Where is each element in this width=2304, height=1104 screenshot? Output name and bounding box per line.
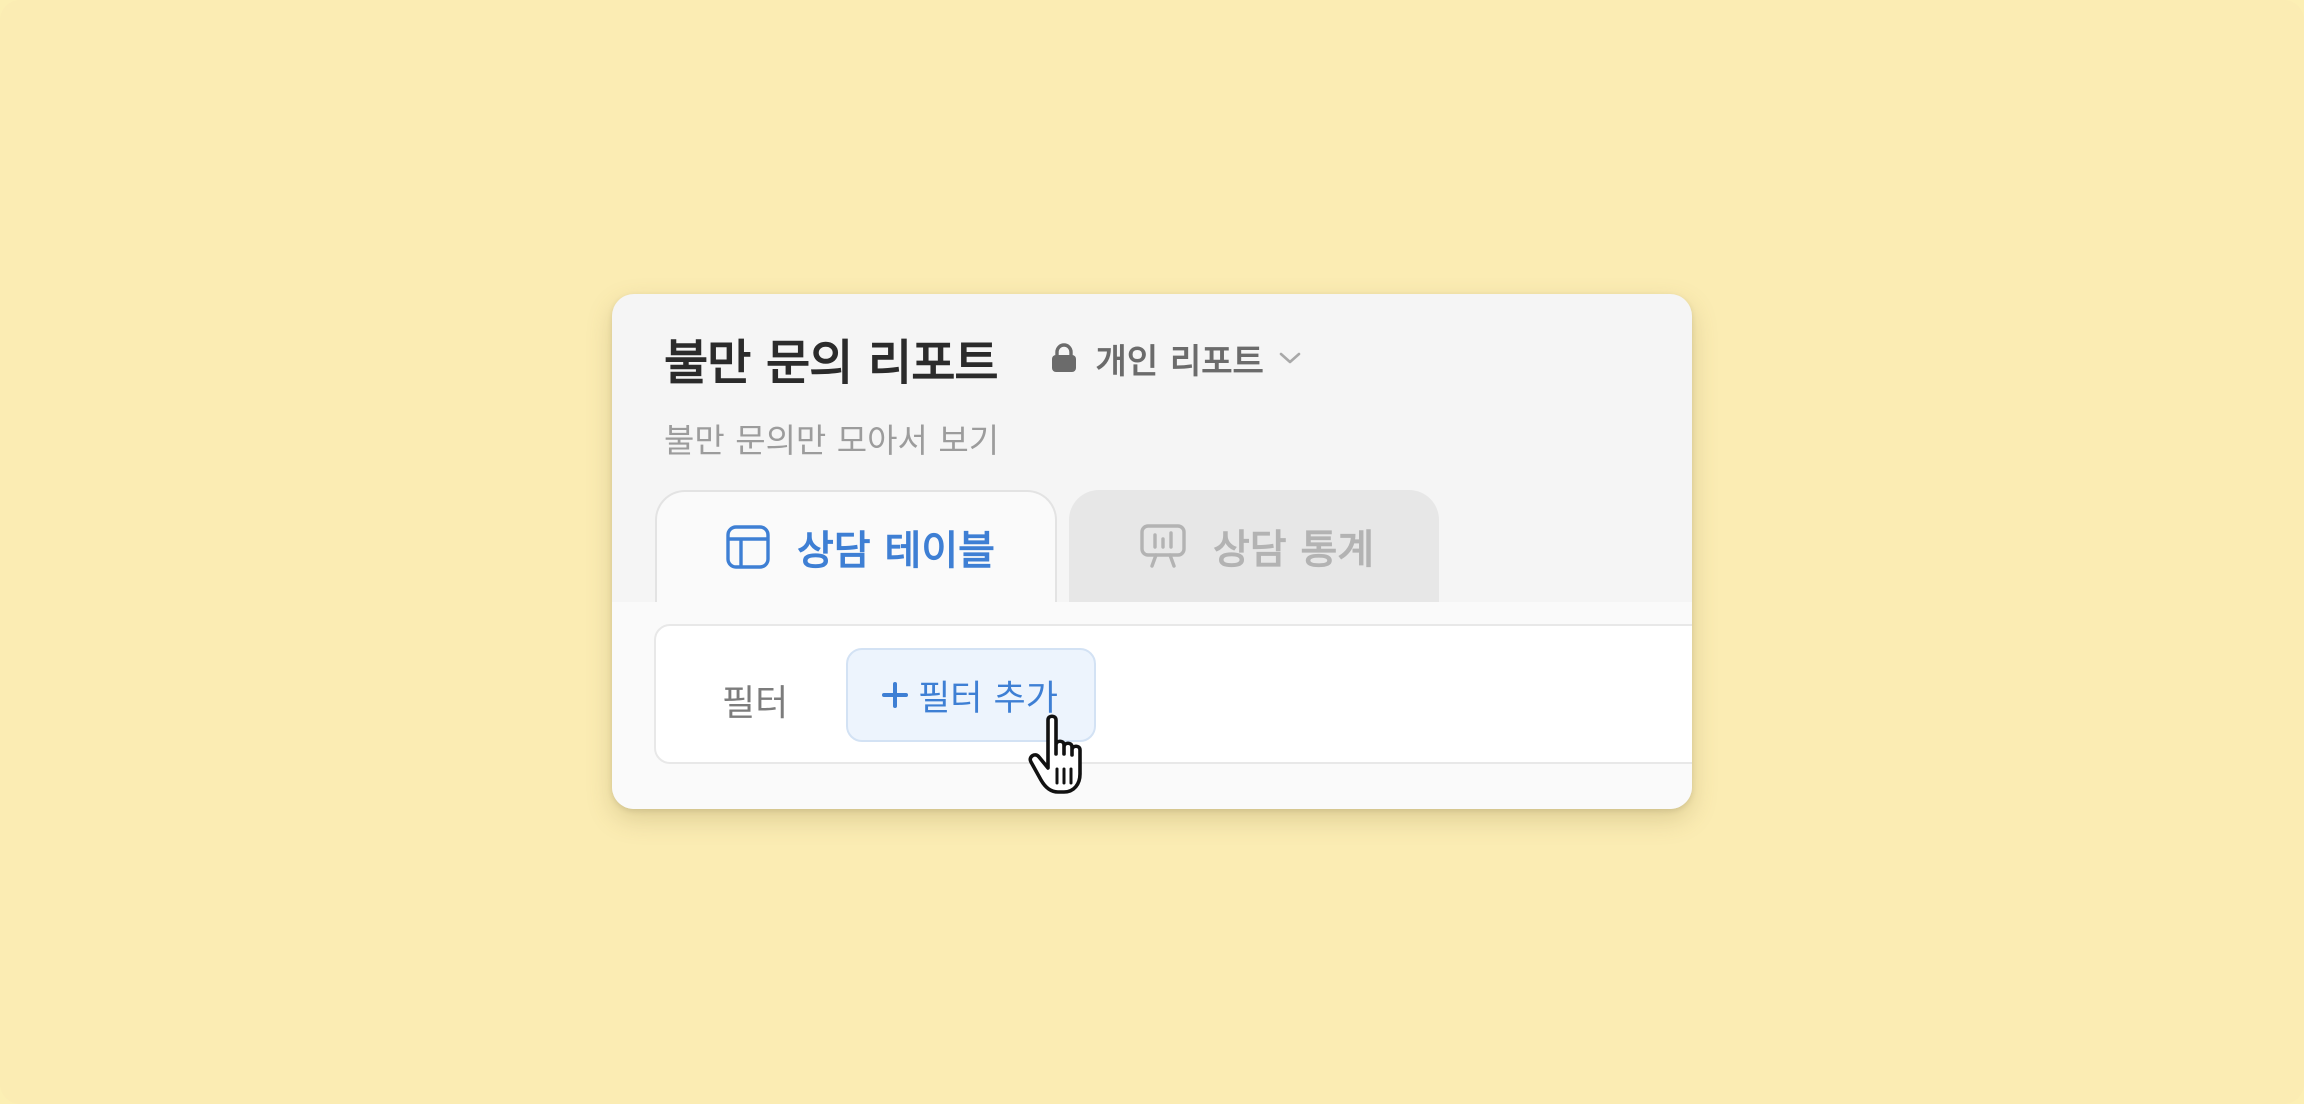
filter-bar: 필터 필터 추가 [654,624,1692,764]
table-icon [726,525,770,569]
tab-consultation-stats[interactable]: 상담 통계 [1069,490,1439,602]
report-card: 불만 문의 리포트 개인 리포트 불만 문의만 모아서 보기 상담 테이블 상담… [612,294,1692,809]
report-header: 불만 문의 리포트 개인 리포트 [664,332,1302,391]
plus-icon [882,682,908,708]
chart-presentation-icon [1140,524,1186,568]
tab-label: 상담 통계 [1213,527,1375,573]
visibility-dropdown[interactable]: 개인 리포트 [1050,334,1302,383]
filter-label: 필터 [722,683,789,724]
tab-label: 상담 테이블 [797,528,995,574]
chevron-down-icon [1279,352,1301,364]
report-subtitle: 불만 문의만 모아서 보기 [664,421,1000,460]
report-title: 불만 문의 리포트 [664,335,999,391]
pointer-hand-icon [1028,714,1082,794]
tab-consultation-table[interactable]: 상담 테이블 [655,490,1057,602]
page-background: 불만 문의 리포트 개인 리포트 불만 문의만 모아서 보기 상담 테이블 상담… [0,0,2304,1104]
lock-icon [1051,343,1076,372]
visibility-label: 개인 리포트 [1095,341,1264,382]
